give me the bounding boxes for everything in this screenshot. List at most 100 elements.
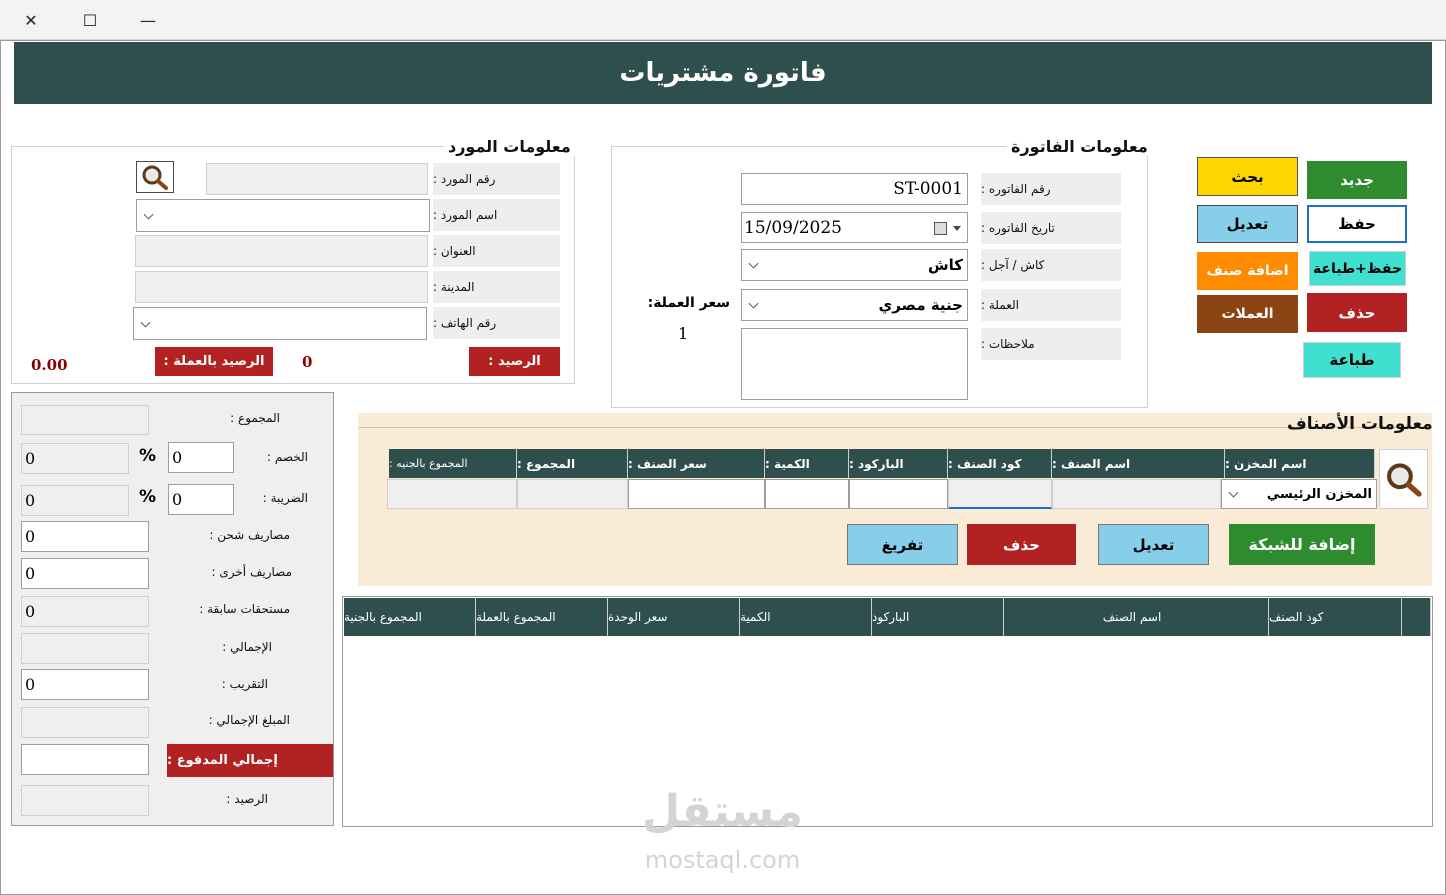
column-quantity: الكمية : bbox=[765, 449, 849, 478]
search-button[interactable]: بحث bbox=[1197, 157, 1298, 196]
dropdown-arrow-icon[interactable] bbox=[953, 226, 961, 231]
items-divider bbox=[358, 427, 1432, 428]
column-item-code: كود الصنف : bbox=[948, 449, 1052, 478]
calendar-icon[interactable] bbox=[934, 222, 947, 235]
sum-field[interactable] bbox=[21, 405, 149, 435]
title-bar bbox=[0, 0, 1446, 40]
clear-button[interactable]: تفريغ bbox=[847, 524, 958, 565]
supplier-name-select[interactable] bbox=[136, 199, 430, 232]
add-item-button[interactable]: اضافة صنف bbox=[1197, 252, 1298, 290]
warehouse-select[interactable]: المخزن الرئيسي bbox=[1221, 479, 1377, 509]
grid-column-item-name: اسم الصنف bbox=[1004, 598, 1269, 636]
address-field[interactable] bbox=[135, 235, 428, 267]
currency-value: جنية مصري bbox=[878, 296, 963, 314]
grid-column-quantity: الكمية bbox=[740, 598, 872, 636]
item-edit-button[interactable]: تعديل bbox=[1098, 524, 1209, 565]
print-button[interactable]: طباعة bbox=[1303, 342, 1401, 378]
item-price-field[interactable] bbox=[628, 479, 765, 509]
chevron-down-icon bbox=[1228, 487, 1239, 498]
supplier-search-button[interactable] bbox=[136, 161, 174, 193]
item-sum-egp-field[interactable] bbox=[387, 479, 517, 509]
supplier-info-title: معلومات المورد bbox=[444, 137, 575, 156]
payment-type-select[interactable]: كاش bbox=[741, 249, 968, 281]
column-sum-egp: المجموع بالجنيه : bbox=[389, 449, 517, 478]
total-field[interactable] bbox=[21, 633, 149, 664]
grid-column-barcode: الباركود bbox=[872, 598, 1004, 636]
delete-button[interactable]: حذف bbox=[1307, 293, 1407, 332]
item-code-field[interactable] bbox=[948, 479, 1052, 509]
barcode-field[interactable] bbox=[849, 479, 948, 509]
tax-percent-sign: % bbox=[139, 487, 157, 507]
item-name-field[interactable] bbox=[1052, 479, 1221, 509]
invoice-number-field[interactable]: ST-0001 bbox=[741, 173, 968, 205]
city-field[interactable] bbox=[135, 271, 428, 303]
discount-percent-field[interactable]: 0 bbox=[168, 442, 234, 473]
shipping-label: مصاريف شحن : bbox=[209, 528, 290, 542]
supplier-number-label: رقم المورد : bbox=[433, 163, 560, 195]
invoice-date-picker[interactable]: 15/09/2025 bbox=[741, 212, 968, 243]
invoice-number-label: رقم الفاتوره : bbox=[981, 173, 1121, 205]
quantity-field[interactable] bbox=[765, 479, 849, 509]
save-print-button[interactable]: حفظ+طباعة bbox=[1309, 251, 1406, 286]
grid-column-sum-egp: المجموع بالجنية bbox=[344, 598, 476, 636]
tax-percent-field[interactable]: 0 bbox=[168, 484, 234, 515]
total-paid-label: إجمالي المدفوع : bbox=[167, 744, 333, 777]
item-search-button[interactable] bbox=[1379, 449, 1428, 509]
grid-column-sum-currency: المجموع بالعملة bbox=[476, 598, 608, 636]
watermark-site: mostaql.com bbox=[644, 846, 801, 874]
items-info-title: معلومات الأصناف bbox=[1287, 414, 1433, 434]
final-balance-field[interactable] bbox=[21, 785, 149, 816]
chevron-down-icon bbox=[748, 258, 759, 269]
edit-button[interactable]: تعديل bbox=[1197, 205, 1298, 243]
warehouse-value: المخزن الرئيسي bbox=[1266, 486, 1372, 502]
grid-column-item-code: كود الصنف bbox=[1269, 598, 1402, 636]
notes-label: ملاحظات : bbox=[981, 328, 1121, 360]
chevron-down-icon bbox=[143, 209, 154, 220]
sum-label: المجموع : bbox=[230, 411, 280, 425]
grand-total-field[interactable] bbox=[21, 707, 149, 738]
total-label: الإجمالي : bbox=[222, 640, 272, 654]
payment-type-label: كاش / آجل : bbox=[981, 249, 1121, 281]
supplier-number-field[interactable] bbox=[206, 163, 428, 195]
column-item-name: اسم الصنف : bbox=[1052, 449, 1225, 478]
row-header-column bbox=[1402, 598, 1431, 636]
items-entry-header: اسم المخزن : اسم الصنف : كود الصنف : الب… bbox=[389, 449, 1375, 478]
balance-value: 0 bbox=[302, 353, 313, 371]
previous-dues-field[interactable]: 0 bbox=[21, 596, 149, 627]
total-paid-field[interactable] bbox=[21, 744, 149, 775]
new-button[interactable]: جديد bbox=[1307, 161, 1407, 199]
other-expenses-label: مصاريف أخرى : bbox=[211, 565, 292, 579]
add-to-grid-button[interactable]: إضافة للشبكة bbox=[1229, 524, 1375, 565]
other-expenses-field[interactable]: 0 bbox=[21, 558, 149, 589]
final-balance-label: الرصيد : bbox=[226, 792, 268, 806]
magnifier-icon bbox=[1386, 463, 1422, 497]
payment-type-value: كاش bbox=[927, 256, 963, 274]
shipping-field[interactable]: 0 bbox=[21, 521, 149, 552]
currency-select[interactable]: جنية مصري bbox=[741, 289, 968, 321]
balance-currency-label: الرصيد بالعملة : bbox=[155, 347, 273, 376]
watermark-logo: مستقل bbox=[642, 786, 803, 837]
item-sum-field[interactable] bbox=[517, 479, 628, 509]
balance-label: الرصيد : bbox=[469, 347, 560, 376]
maximize-window-icon[interactable]: ☐ bbox=[67, 0, 113, 40]
column-item-price: سعر الصنف : bbox=[628, 449, 765, 478]
item-delete-button[interactable]: حذف bbox=[967, 524, 1076, 565]
invoice-date-value: 15/09/2025 bbox=[744, 217, 842, 238]
currency-label: العملة : bbox=[981, 289, 1121, 321]
balance-currency-value: 0.00 bbox=[31, 356, 68, 374]
discount-value-field[interactable]: 0 bbox=[21, 443, 129, 474]
tax-value-field[interactable]: 0 bbox=[21, 485, 129, 516]
close-window-icon[interactable]: ✕ bbox=[8, 0, 54, 40]
invoice-info-title: معلومات الفاتورة bbox=[1007, 137, 1152, 156]
phone-label: رقم الهاتف : bbox=[433, 307, 560, 339]
notes-textarea[interactable] bbox=[741, 328, 968, 400]
chevron-down-icon bbox=[140, 317, 151, 328]
currencies-button[interactable]: العملات bbox=[1197, 295, 1298, 333]
currency-rate-value: 1 bbox=[678, 324, 689, 343]
grid-column-unit-price: سعر الوحدة bbox=[608, 598, 740, 636]
minimize-window-icon[interactable]: — bbox=[125, 0, 171, 40]
rounding-field[interactable]: 0 bbox=[21, 669, 149, 700]
rounding-label: التقريب : bbox=[221, 677, 268, 691]
save-button[interactable]: حفظ bbox=[1307, 205, 1407, 243]
phone-select[interactable] bbox=[133, 307, 427, 340]
